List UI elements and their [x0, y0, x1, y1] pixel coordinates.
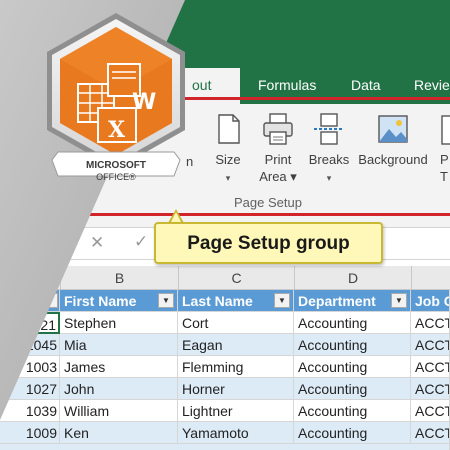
job-code-cell[interactable]: ACCT- [411, 378, 450, 400]
employee-id-cell[interactable]: 1039 [0, 400, 60, 422]
filter-dropdown-icon[interactable]: ▼ [274, 293, 290, 308]
last-name-cell[interactable]: Yamamoto [178, 422, 294, 444]
first-name-cell[interactable]: Stephen [60, 312, 178, 334]
column-header-row: B C D [0, 266, 450, 290]
first-name-cell[interactable]: Ken [60, 422, 178, 444]
column-header-e[interactable] [411, 266, 450, 290]
table-header-department[interactable]: Department ▼ [294, 290, 411, 312]
first-name-cell[interactable]: James [60, 356, 178, 378]
department-cell[interactable]: Accounting [294, 356, 411, 378]
job-code-cell[interactable]: ACCT- [411, 422, 450, 444]
tab-review[interactable]: Revie [414, 76, 450, 94]
table-header-employee-id[interactable]: e ID ▼ [0, 290, 60, 312]
last-name-cell[interactable]: Horner [178, 378, 294, 400]
table-header-last-name[interactable]: Last Name ▼ [178, 290, 294, 312]
word-letter-icon: W [132, 90, 157, 115]
tab-formulas[interactable]: Formulas [258, 76, 316, 94]
job-code-cell[interactable]: ACCT- [411, 356, 450, 378]
enter-icon[interactable]: ✓ [134, 232, 148, 252]
column-header-d[interactable]: D [294, 266, 411, 290]
formula-bar-grip-icon: ⋮ [52, 235, 68, 252]
table-header-job-code[interactable]: Job C [411, 290, 450, 312]
page-setup-group-label: Page Setup [234, 195, 302, 210]
filter-dropdown-icon[interactable]: ▼ [42, 293, 58, 308]
employee-id-cell[interactable]: 1003 [0, 356, 60, 378]
employee-id-cell[interactable]: 1045 [0, 334, 60, 356]
job-code-cell[interactable]: ACCT- [411, 312, 450, 334]
callout-text: Page Setup group [187, 233, 350, 254]
first-name-cell[interactable]: Mia [60, 334, 178, 356]
last-name-cell[interactable]: Lightner [178, 400, 294, 422]
job-code-cell[interactable]: ACCT- [411, 334, 450, 356]
column-header-b[interactable]: B [60, 266, 178, 290]
last-name-cell[interactable]: Flemming [178, 356, 294, 378]
department-cell[interactable]: Accounting [294, 312, 411, 334]
last-name-cell[interactable]: Eagan [178, 334, 294, 356]
table-row-partial [0, 444, 450, 450]
badge-subtitle: OFFICE® [96, 172, 136, 182]
first-name-cell[interactable]: William [60, 400, 178, 422]
page-setup-callout: Page Setup group [154, 222, 383, 264]
employee-id-cell[interactable]: 1021 [0, 312, 60, 334]
last-name-cell[interactable]: Cort [178, 312, 294, 334]
cancel-icon[interactable]: ✕ [90, 233, 104, 253]
table-header-first-name[interactable]: First Name ▼ [60, 290, 178, 312]
badge-title: MICROSOFT [86, 160, 146, 171]
filter-sorted-icon[interactable]: ▼ [391, 293, 407, 308]
tab-data[interactable]: Data [351, 76, 381, 94]
department-cell[interactable]: Accounting [294, 378, 411, 400]
department-cell[interactable]: Accounting [294, 400, 411, 422]
first-name-cell[interactable]: John [60, 378, 178, 400]
column-header-c[interactable]: C [178, 266, 294, 290]
ribbon-tab-strip: out Formulas Data Revie [0, 0, 450, 104]
employee-id-cell[interactable]: 1027 [0, 378, 60, 400]
job-code-cell[interactable]: ACCT- [411, 400, 450, 422]
worksheet-grid: e ID ▼ First Name ▼ Last Name ▼ Departme… [0, 290, 450, 450]
department-cell[interactable]: Accounting [294, 334, 411, 356]
filter-dropdown-icon[interactable]: ▼ [158, 293, 174, 308]
excel-letter-icon: X [108, 117, 126, 143]
employee-id-cell[interactable]: 1009 [0, 422, 60, 444]
department-cell[interactable]: Accounting [294, 422, 411, 444]
